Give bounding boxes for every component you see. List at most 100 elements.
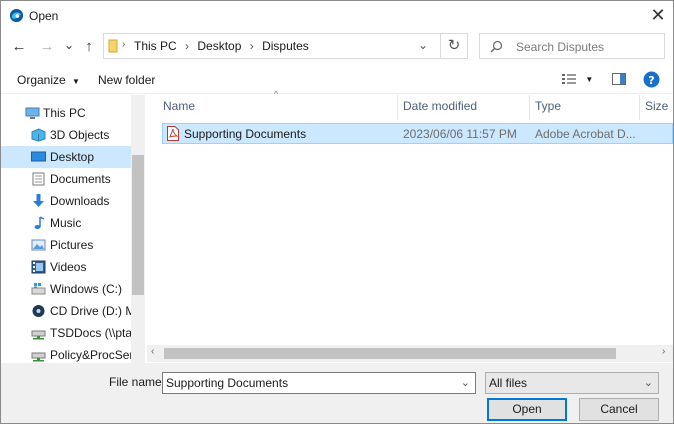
- horizontal-scrollbar-thumb[interactable]: [164, 348, 616, 359]
- network-drive-icon: [31, 352, 46, 362]
- sidebar-item-label: 3D Objects: [50, 128, 110, 142]
- navigation-pane: This PC 3D Objects Desktop Documents Dow…: [1, 95, 146, 363]
- breadcrumb-disputes[interactable]: Disputes: [262, 39, 309, 53]
- column-header-name[interactable]: Name: [163, 99, 195, 119]
- sidebar-item-policy-procserv[interactable]: Policy&ProcServ: [1, 344, 131, 363]
- new-folder-label: New folder: [98, 73, 156, 87]
- open-button[interactable]: Open: [487, 398, 567, 421]
- svg-text:?: ?: [648, 74, 654, 87]
- file-type-filter-value: All files: [489, 376, 528, 390]
- new-folder-button[interactable]: New folder: [98, 73, 155, 87]
- sidebar-item-label: CD Drive (D:) Mc: [50, 304, 131, 318]
- dropdown-arrow-icon: ▼: [585, 75, 594, 84]
- column-header-date-modified[interactable]: Date modified: [403, 99, 477, 119]
- sidebar-item-pictures[interactable]: Pictures: [1, 234, 131, 256]
- chevron-down-icon[interactable]: ⌄: [461, 373, 470, 393]
- sidebar-item-label: This PC: [43, 106, 86, 120]
- address-bar[interactable]: › This PC › Desktop › Disputes ⌄: [103, 33, 468, 59]
- forward-button[interactable]: →: [39, 37, 55, 57]
- sidebar-item-videos[interactable]: Videos: [1, 256, 131, 278]
- cd-drive-icon: [32, 305, 45, 317]
- sidebar-item-downloads[interactable]: Downloads: [1, 190, 131, 212]
- column-divider[interactable]: [639, 95, 640, 120]
- search-placeholder: Search Disputes: [516, 40, 605, 54]
- music-icon: [34, 216, 45, 229]
- sidebar-item-label: Windows (C:): [50, 282, 123, 296]
- file-type-filter-select[interactable]: All files ⌄: [485, 372, 659, 394]
- preview-pane-icon[interactable]: [612, 73, 626, 85]
- help-icon[interactable]: ?: [643, 71, 660, 88]
- organize-button[interactable]: Organize ▼: [17, 73, 80, 87]
- computer-icon: [25, 107, 40, 119]
- up-button[interactable]: ↑: [81, 37, 97, 57]
- cancel-button[interactable]: Cancel: [579, 398, 659, 421]
- up-arrow-icon: ↑: [85, 38, 93, 55]
- search-box[interactable]: Search Disputes: [479, 33, 665, 59]
- scroll-right-icon[interactable]: ›: [662, 346, 665, 357]
- organize-label: Organize: [17, 73, 66, 87]
- breadcrumb: This PC › Desktop › Disputes: [134, 39, 309, 53]
- network-drive-icon: [31, 330, 46, 340]
- sidebar-item-windows-c[interactable]: Windows (C:): [1, 278, 131, 300]
- sort-ascending-icon: ^: [274, 89, 279, 99]
- desktop-icon: [31, 151, 46, 162]
- file-name-label: File name:: [109, 375, 166, 389]
- breadcrumb-chevron-icon: ›: [185, 39, 190, 53]
- close-button[interactable]: ✕: [647, 4, 669, 26]
- column-header-label: Date modified: [403, 99, 478, 113]
- chevron-down-icon: ⌄: [643, 377, 653, 389]
- dropdown-arrow-icon: ▼: [72, 77, 80, 86]
- column-header-label: Type: [535, 99, 562, 113]
- sidebar-item-label: TSDDocs (\\ptab: [50, 326, 131, 340]
- breadcrumb-desktop[interactable]: Desktop: [197, 39, 241, 53]
- sidebar-item-this-pc[interactable]: This PC: [1, 102, 131, 124]
- refresh-icon: ↻: [447, 37, 461, 54]
- breadcrumb-chevron-icon: ›: [122, 39, 126, 50]
- column-header-size[interactable]: Size: [645, 99, 668, 119]
- back-button[interactable]: ←: [11, 37, 27, 57]
- refresh-button[interactable]: ↻: [440, 33, 468, 59]
- list-view-icon: [562, 74, 576, 84]
- pdf-icon: [167, 126, 179, 141]
- drive-icon: [31, 283, 46, 295]
- close-icon: ✕: [650, 5, 666, 25]
- window-title: Open: [29, 9, 59, 23]
- sidebar-item-tsddocs[interactable]: TSDDocs (\\ptab: [1, 322, 131, 344]
- column-divider[interactable]: [397, 95, 398, 120]
- view-options-button[interactable]: ▼: [562, 73, 593, 88]
- sidebar-item-desktop[interactable]: Desktop: [1, 146, 131, 168]
- sidebar-item-documents[interactable]: Documents: [1, 168, 131, 190]
- column-divider[interactable]: [529, 95, 530, 120]
- pictures-icon: [31, 239, 46, 251]
- cancel-button-label: Cancel: [600, 402, 638, 416]
- sidebar-item-label: Music: [50, 216, 82, 230]
- sidebar-item-label: Policy&ProcServ: [50, 348, 131, 362]
- sidebar-item-label: Downloads: [50, 194, 110, 208]
- videos-icon: [31, 260, 46, 274]
- sidebar-item-label: Desktop: [50, 150, 95, 164]
- column-header-type[interactable]: Type: [535, 99, 561, 119]
- file-name-input[interactable]: Supporting Documents ⌄: [162, 372, 476, 394]
- recent-locations-button[interactable]: ⌄: [63, 35, 75, 55]
- edge-browser-icon: [9, 8, 24, 23]
- title-bar: Open ✕: [1, 1, 673, 31]
- sidebar-item-label: Documents: [50, 172, 111, 186]
- back-arrow-icon: ←: [11, 38, 27, 55]
- sidebar-item-3d-objects[interactable]: 3D Objects: [1, 124, 131, 146]
- cube-icon: [31, 128, 46, 142]
- sidebar-item-label: Pictures: [50, 238, 94, 252]
- scroll-left-icon[interactable]: ‹: [151, 346, 154, 357]
- forward-arrow-icon: →: [39, 38, 55, 55]
- file-name-cell: Supporting Documents: [184, 127, 307, 141]
- sidebar-item-music[interactable]: Music: [1, 212, 131, 234]
- sidebar-item-cd-drive[interactable]: CD Drive (D:) Mc: [1, 300, 131, 322]
- open-button-label: Open: [512, 402, 542, 416]
- sidebar-item-label: Videos: [50, 260, 87, 274]
- file-date-cell: 2023/06/06 11:57 PM: [403, 127, 517, 141]
- column-header-label: Name: [163, 99, 196, 113]
- breadcrumb-this-pc[interactable]: This PC: [134, 39, 177, 53]
- search-icon: [490, 40, 503, 53]
- dialog-footer: File name: Supporting Documents ⌄ All fi…: [1, 363, 673, 423]
- navigation-scrollbar-thumb[interactable]: [132, 155, 144, 295]
- address-history-chevron-icon[interactable]: ⌄: [418, 38, 428, 52]
